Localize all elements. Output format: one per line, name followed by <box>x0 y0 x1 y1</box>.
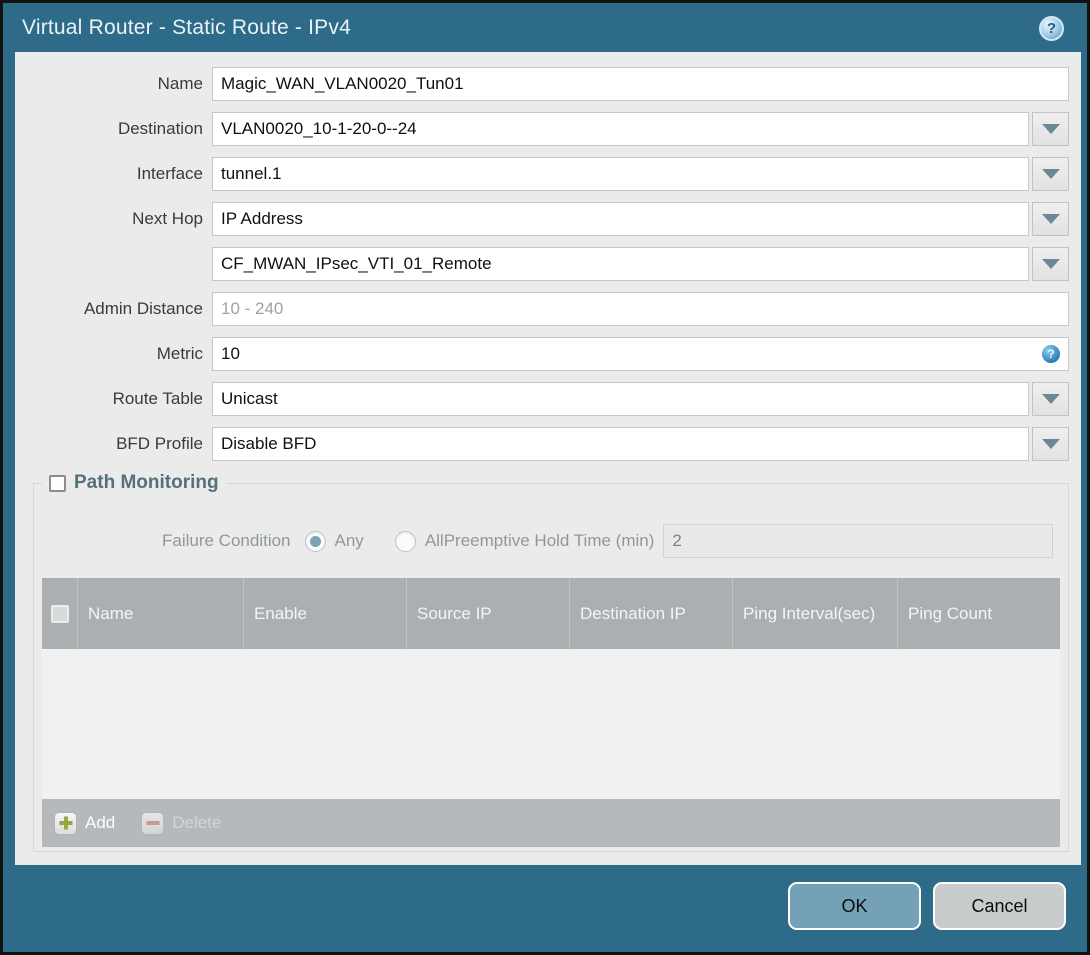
chevron-down-icon <box>1041 124 1060 134</box>
failure-condition-any-radio[interactable] <box>304 530 326 552</box>
failure-condition-all-radio[interactable] <box>394 530 416 552</box>
next-hop-type-input[interactable] <box>212 202 1029 236</box>
form-row-metric: Metric ? <box>15 337 1069 371</box>
metric-info-icon: ? <box>1042 345 1060 363</box>
minus-icon <box>141 811 165 835</box>
static-route-dialog: Virtual Router - Static Route - IPv4 ? N… <box>0 0 1090 955</box>
select-all-checkbox[interactable] <box>50 604 69 623</box>
preemptive-hold-time-input[interactable] <box>663 524 1053 558</box>
destination-input[interactable] <box>212 112 1029 146</box>
path-monitoring-title: Path Monitoring <box>74 472 219 493</box>
delete-button[interactable]: Delete <box>141 811 222 835</box>
name-input[interactable] <box>212 67 1069 101</box>
ok-button[interactable]: OK <box>788 882 921 930</box>
path-monitoring-section: Path Monitoring Failure Condition Any Al… <box>33 472 1069 852</box>
metric-input[interactable] <box>212 337 1069 371</box>
form-row-route-table: Route Table <box>15 382 1069 416</box>
add-button[interactable]: Add <box>54 811 116 835</box>
destination-label: Destination <box>117 119 203 138</box>
plus-icon <box>54 811 77 835</box>
add-button-label: Add <box>85 813 116 832</box>
cancel-button[interactable]: Cancel <box>933 882 1066 930</box>
chevron-down-icon <box>1041 169 1060 179</box>
chevron-down-icon <box>1041 394 1060 404</box>
form-row-interface: Interface <box>15 157 1069 191</box>
dialog-title: Virtual Router - Static Route - IPv4 <box>22 15 351 39</box>
column-header-enable[interactable]: Enable <box>244 578 407 649</box>
next-hop-address-input[interactable] <box>212 247 1029 281</box>
next-hop-label: Next Hop <box>132 209 203 228</box>
bfd-profile-input[interactable] <box>212 427 1029 461</box>
dialog-titlebar: Virtual Router - Static Route - IPv4 <box>3 3 1087 52</box>
column-header-ping-count[interactable]: Ping Count <box>898 578 1060 649</box>
delete-button-label: Delete <box>172 813 222 832</box>
metric-label: Metric <box>156 344 203 363</box>
destination-dropdown-button[interactable] <box>1032 112 1069 146</box>
form-row-name: Name <box>15 67 1069 101</box>
table-toolbar: Add Delete <box>42 799 1060 847</box>
route-table-input[interactable] <box>212 382 1029 416</box>
column-header-ping-interval[interactable]: Ping Interval(sec) <box>733 578 898 649</box>
dialog-body: Name Destination Interface <box>15 52 1081 865</box>
failure-condition-any-label: Any <box>334 531 364 550</box>
table-header: Name Enable Source IP Destination IP Pin… <box>42 578 1060 649</box>
interface-dropdown-button[interactable] <box>1032 157 1069 191</box>
failure-condition-all-label: All <box>424 531 444 550</box>
failure-condition-row: Failure Condition Any All Preemptive Hol… <box>34 524 1068 558</box>
path-monitoring-checkbox[interactable] <box>49 474 66 492</box>
bfd-profile-dropdown-button[interactable] <box>1032 427 1069 461</box>
form-row-next-hop-address <box>15 247 1069 281</box>
route-table-label: Route Table <box>112 389 203 408</box>
preemptive-hold-time-label: Preemptive Hold Time (min) <box>443 531 655 550</box>
form-row-destination: Destination <box>15 112 1069 146</box>
bfd-profile-label: BFD Profile <box>116 434 203 453</box>
form-row-admin-distance: Admin Distance <box>15 292 1069 326</box>
next-hop-address-dropdown-button[interactable] <box>1032 247 1069 281</box>
admin-distance-label: Admin Distance <box>83 299 203 318</box>
help-icon[interactable]: ? <box>1039 16 1064 41</box>
name-label: Name <box>157 74 203 93</box>
path-monitoring-table: Name Enable Source IP Destination IP Pin… <box>42 578 1060 847</box>
admin-distance-input[interactable] <box>212 292 1069 326</box>
chevron-down-icon <box>1041 259 1060 269</box>
failure-condition-label: Failure Condition <box>162 531 291 550</box>
chevron-down-icon <box>1041 439 1060 449</box>
column-header-destination-ip[interactable]: Destination IP <box>570 578 733 649</box>
column-header-source-ip[interactable]: Source IP <box>407 578 570 649</box>
chevron-down-icon <box>1041 214 1060 224</box>
column-header-name[interactable]: Name <box>78 578 244 649</box>
path-monitoring-legend: Path Monitoring <box>42 472 226 494</box>
route-table-dropdown-button[interactable] <box>1032 382 1069 416</box>
next-hop-type-dropdown-button[interactable] <box>1032 202 1069 236</box>
interface-input[interactable] <box>212 157 1029 191</box>
form-row-bfd-profile: BFD Profile <box>15 427 1069 461</box>
interface-label: Interface <box>136 164 203 183</box>
form-row-next-hop: Next Hop <box>15 202 1069 236</box>
table-body-empty <box>42 649 1060 799</box>
table-header-checkbox-cell <box>42 578 78 649</box>
